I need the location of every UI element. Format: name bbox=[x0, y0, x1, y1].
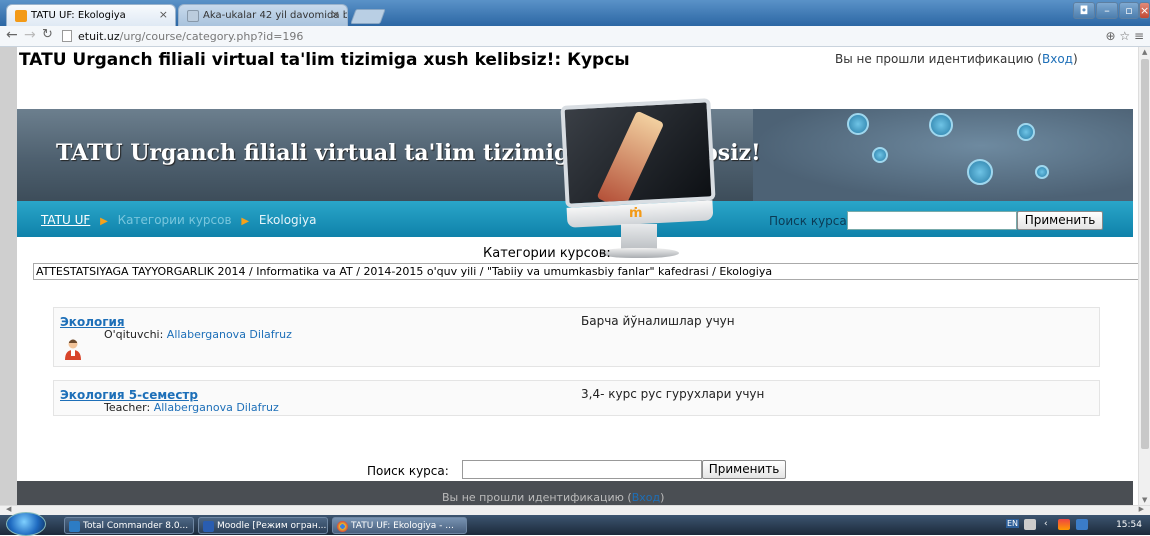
scroll-left-icon[interactable]: ◀ bbox=[6, 505, 11, 513]
course-summary: Барча йўналишлар учун bbox=[581, 314, 735, 328]
course-name-link[interactable]: Экология bbox=[60, 315, 125, 329]
breadcrumb-arrow-icon: ▶ bbox=[241, 216, 250, 227]
windows-taskbar: Total Commander 8.0... Moodle [Режим огр… bbox=[0, 512, 1150, 536]
user-icon[interactable]: ◘ bbox=[1073, 2, 1095, 19]
close-tab-icon[interactable]: × bbox=[331, 8, 340, 21]
map-node-icon bbox=[1035, 165, 1049, 179]
teacher-name-link[interactable]: Allaberganova Dilafruz bbox=[167, 328, 292, 341]
web-page: TATU Urganch filiali virtual ta'lim tizi… bbox=[0, 47, 1138, 505]
teacher-name-link[interactable]: Allaberganova Dilafruz bbox=[154, 401, 279, 414]
reload-icon[interactable]: ↻ bbox=[42, 27, 53, 42]
course-search-input[interactable] bbox=[847, 211, 1017, 230]
keyboard-icon[interactable] bbox=[1024, 519, 1036, 530]
map-node-icon bbox=[929, 113, 953, 137]
moodle-logo-icon: ṁ bbox=[629, 206, 643, 221]
close-tab-icon[interactable]: × bbox=[159, 8, 168, 21]
network-icon[interactable] bbox=[1058, 519, 1070, 530]
moodle-favicon-icon bbox=[15, 10, 27, 22]
breadcrumb-home-link[interactable]: TATU UF bbox=[41, 213, 90, 227]
breadcrumb-arrow-icon: ▶ bbox=[100, 216, 108, 227]
browser-tab-strip: TATU UF: Ekologiya × Aka-ukalar 42 yil d… bbox=[0, 0, 1150, 26]
total-commander-icon bbox=[69, 521, 80, 532]
footer-login-link[interactable]: Вход bbox=[632, 491, 660, 504]
map-node-icon bbox=[967, 159, 993, 185]
forward-arrow-icon[interactable]: → bbox=[24, 27, 36, 43]
scroll-right-icon[interactable]: ▶ bbox=[1139, 505, 1144, 513]
horizontal-scrollbar[interactable]: ◀ ▶ bbox=[0, 505, 1150, 515]
footer-login-close: ) bbox=[660, 491, 665, 504]
teacher-avatar-icon bbox=[65, 339, 81, 360]
back-arrow-icon[interactable]: ← bbox=[6, 27, 18, 43]
url-path: /urg/course/category.php?id=196 bbox=[119, 30, 304, 43]
new-tab-button[interactable] bbox=[350, 9, 386, 24]
breadcrumb-current: Ekologiya bbox=[258, 213, 317, 227]
tab-aka-ukalar[interactable]: Aka-ukalar 42 yil davomida b × bbox=[178, 4, 348, 26]
taskbar-item-total-commander[interactable]: Total Commander 8.0... bbox=[64, 517, 194, 534]
taskbar-item-label: TATU UF: Ekologiya - ... bbox=[351, 521, 454, 531]
maximize-icon[interactable]: ▫ bbox=[1119, 2, 1139, 19]
scrollbar-thumb[interactable] bbox=[1141, 59, 1149, 449]
tray-expand-icon[interactable]: ‹ bbox=[1044, 519, 1056, 530]
course-name-link[interactable]: Экология 5-семестр bbox=[60, 388, 198, 402]
taskbar-item-word[interactable]: Moodle [Режим огран... bbox=[198, 517, 328, 534]
map-node-icon bbox=[1017, 123, 1035, 141]
monitor-foot bbox=[599, 248, 679, 258]
left-margin bbox=[0, 47, 17, 505]
taskbar-item-chrome[interactable]: TATU UF: Ekologiya - ... bbox=[332, 517, 467, 534]
search-apply-button[interactable]: Применить bbox=[1017, 211, 1103, 230]
bottom-course-search-input[interactable] bbox=[462, 460, 702, 479]
teacher-role: O'qituvchi: bbox=[104, 328, 164, 341]
page-footer: Вы не прошли идентификацию (Вход) bbox=[17, 481, 1133, 505]
volume-icon[interactable] bbox=[1076, 519, 1088, 530]
moodle-monitor-graphic: ṁ bbox=[555, 96, 720, 268]
breadcrumb: TATU UF ▶ Категории курсов ▶ Ekologiya bbox=[41, 213, 316, 227]
login-info: Вы не прошли идентификацию (Вход) bbox=[835, 52, 1078, 66]
login-info-text: Вы не прошли идентификацию ( bbox=[835, 52, 1042, 66]
taskbar-item-label: Moodle [Режим огран... bbox=[217, 521, 327, 531]
scroll-up-icon[interactable]: ▲ bbox=[1142, 48, 1147, 56]
word-icon bbox=[203, 521, 214, 532]
course-teacher: Teacher: Allaberganova Dilafruz bbox=[104, 401, 279, 414]
bottom-search-apply-button[interactable]: Применить bbox=[702, 460, 786, 479]
breadcrumb-categories-link[interactable]: Категории курсов bbox=[118, 213, 232, 227]
search-label: Поиск курса: bbox=[769, 214, 851, 228]
course-item: Экология O'qituvchi: Allaberganova Dilaf… bbox=[53, 307, 1100, 367]
minimize-icon[interactable]: – bbox=[1096, 2, 1118, 19]
chrome-icon bbox=[337, 521, 348, 532]
category-path-select[interactable]: ATTESTATSIYAGA TAYYORGARLIK 2014 / Infor… bbox=[33, 263, 1138, 280]
footer-login-text: Вы не прошли идентификацию ( bbox=[442, 491, 632, 504]
page-title: TATU Urganch filiali virtual ta'lim tizi… bbox=[19, 50, 630, 70]
bookmark-star-icon[interactable]: ⊕ ☆ ≡ bbox=[1106, 29, 1145, 43]
tab-label: TATU UF: Ekologiya bbox=[31, 10, 126, 21]
teacher-role: Teacher: bbox=[104, 401, 151, 414]
course-summary: 3,4- курс рус гурухлари учун bbox=[581, 387, 765, 401]
vertical-scrollbar[interactable]: ▲ ▼ bbox=[1138, 47, 1150, 505]
language-indicator[interactable]: EN bbox=[1006, 519, 1020, 528]
course-item: Экология 5-семестр Teacher: Allaberganov… bbox=[53, 380, 1100, 416]
url-host: etuit.uz bbox=[78, 30, 120, 43]
footer-login-info: Вы не прошли идентификацию (Вход) bbox=[442, 491, 664, 504]
map-node-icon bbox=[847, 113, 869, 135]
taskbar-item-label: Total Commander 8.0... bbox=[83, 521, 189, 531]
start-button[interactable] bbox=[6, 512, 46, 536]
login-info-close: ) bbox=[1072, 52, 1078, 66]
tab-label: Aka-ukalar 42 yil davomida b bbox=[203, 10, 348, 21]
course-teacher: O'qituvchi: Allaberganova Dilafruz bbox=[104, 328, 292, 341]
scroll-down-icon[interactable]: ▼ bbox=[1142, 496, 1147, 504]
address-bar: ← → ↻ etuit.uz/urg/course/category.php?i… bbox=[0, 26, 1150, 47]
url-field[interactable]: etuit.uz/urg/course/category.php?id=196 bbox=[60, 28, 1130, 45]
monitor-screen bbox=[560, 98, 716, 208]
loading-favicon-icon bbox=[187, 10, 199, 22]
map-node-icon bbox=[872, 147, 888, 163]
categories-heading: Категории курсов: bbox=[483, 246, 611, 261]
tab-tatu-uf[interactable]: TATU UF: Ekologiya × bbox=[6, 4, 176, 26]
login-link[interactable]: Вход bbox=[1042, 52, 1073, 66]
system-tray: EN ‹ 15:54 bbox=[1000, 515, 1150, 535]
page-icon bbox=[62, 30, 72, 42]
clock[interactable]: 15:54 bbox=[1116, 520, 1142, 530]
close-window-icon[interactable]: × bbox=[1139, 2, 1150, 19]
bottom-search-label: Поиск курса: bbox=[367, 464, 449, 478]
